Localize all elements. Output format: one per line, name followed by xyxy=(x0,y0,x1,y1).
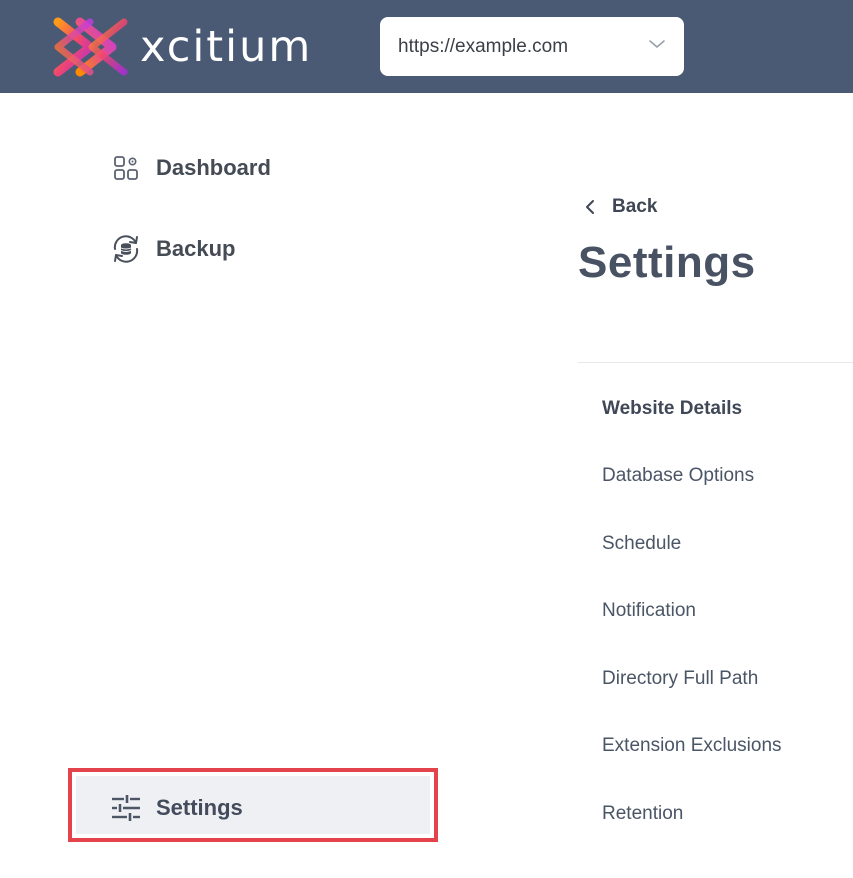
sidebar-item-dashboard[interactable]: Dashboard xyxy=(108,148,271,188)
top-bar: xcitium https://example.com xyxy=(0,0,853,93)
sidebar-item-label: Settings xyxy=(156,795,243,820)
chevron-down-icon xyxy=(649,40,665,48)
settings-item-notification[interactable]: Notification xyxy=(602,600,696,622)
site-url-value: https://example.com xyxy=(398,35,569,57)
backup-icon xyxy=(108,231,144,267)
sidebar-item-label: Dashboard xyxy=(156,155,271,180)
settings-item-retention[interactable]: Retention xyxy=(602,803,683,825)
xcitium-logo[interactable]: xcitium xyxy=(50,14,360,80)
settings-item-extension-exclusions[interactable]: Extension Exclusions xyxy=(602,735,782,757)
dashboard-icon xyxy=(108,150,144,186)
sliders-icon xyxy=(108,790,144,826)
back-link[interactable]: Back xyxy=(580,192,657,222)
settings-item-schedule[interactable]: Schedule xyxy=(602,533,681,555)
sidebar-item-settings[interactable]: Settings xyxy=(108,788,243,828)
page-title: Settings xyxy=(578,238,756,287)
site-url-select[interactable]: https://example.com xyxy=(380,17,684,76)
chevron-left-icon xyxy=(586,200,594,214)
divider xyxy=(578,362,853,363)
sidebar-item-backup[interactable]: Backup xyxy=(108,229,235,269)
settings-item-website-details[interactable]: Website Details xyxy=(602,398,742,420)
logo-wordmark: xcitium xyxy=(140,22,313,72)
logo-mark-icon xyxy=(53,17,128,77)
sidebar-item-label: Backup xyxy=(156,236,236,261)
settings-item-directory-full-path[interactable]: Directory Full Path xyxy=(602,668,758,690)
settings-item-database-options[interactable]: Database Options xyxy=(602,465,754,487)
back-label: Back xyxy=(612,196,658,217)
